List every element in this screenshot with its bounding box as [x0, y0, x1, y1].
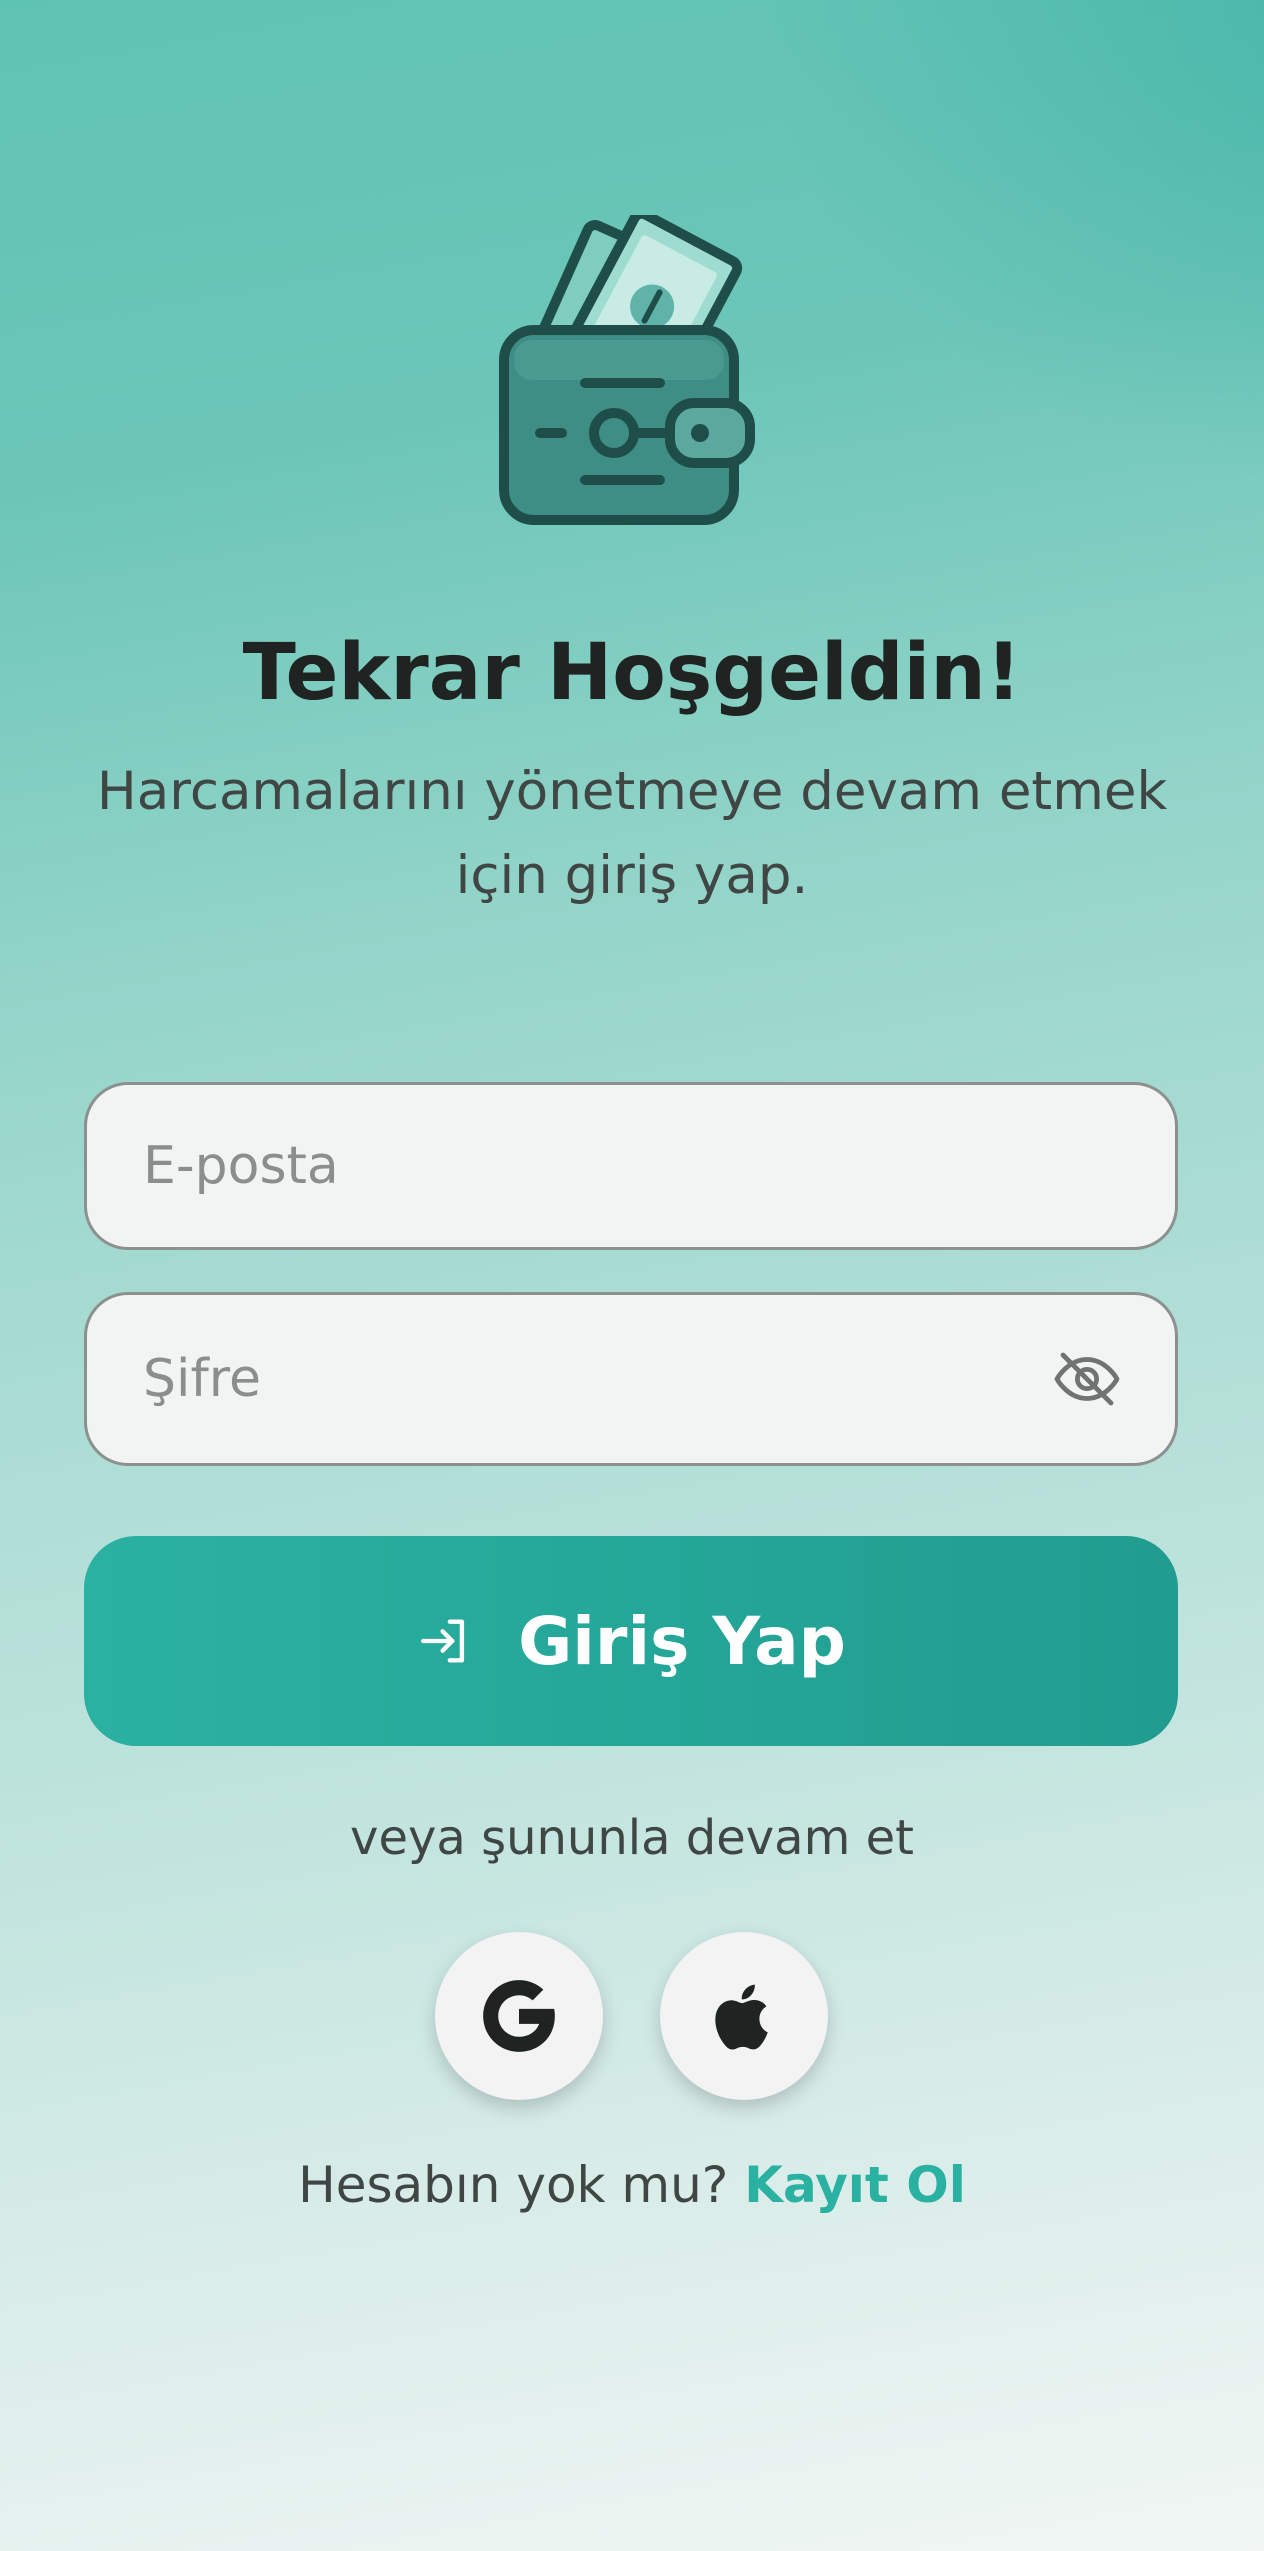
signup-prompt: Hesabın yok mu? Kayıt Ol	[0, 2156, 1264, 2214]
wallet-logo-icon	[490, 208, 770, 535]
password-input[interactable]	[143, 1295, 1043, 1463]
social-divider-text: veya şununla devam et	[350, 1810, 914, 1866]
apple-icon	[715, 1984, 768, 2050]
google-icon	[483, 1980, 555, 2052]
email-input[interactable]	[143, 1085, 1043, 1247]
page-title: Tekrar Hoşgeldin!	[242, 628, 1022, 718]
login-button-label: Giriş Yap	[518, 1602, 846, 1680]
email-field[interactable]	[84, 1082, 1178, 1250]
password-field[interactable]	[84, 1292, 1178, 1466]
google-login-button[interactable]	[435, 1932, 603, 2100]
apple-login-button[interactable]	[660, 1932, 828, 2100]
eye-off-icon[interactable]	[1051, 1343, 1123, 1415]
login-button[interactable]: Giriş Yap	[84, 1536, 1178, 1746]
page-subtitle: Harcamalarını yönetmeye devam etmek için…	[96, 761, 1168, 906]
signup-prompt-text: Hesabın yok mu?	[298, 2156, 729, 2214]
signup-link[interactable]: Kayıt Ol	[744, 2156, 966, 2214]
login-icon	[416, 1612, 474, 1670]
